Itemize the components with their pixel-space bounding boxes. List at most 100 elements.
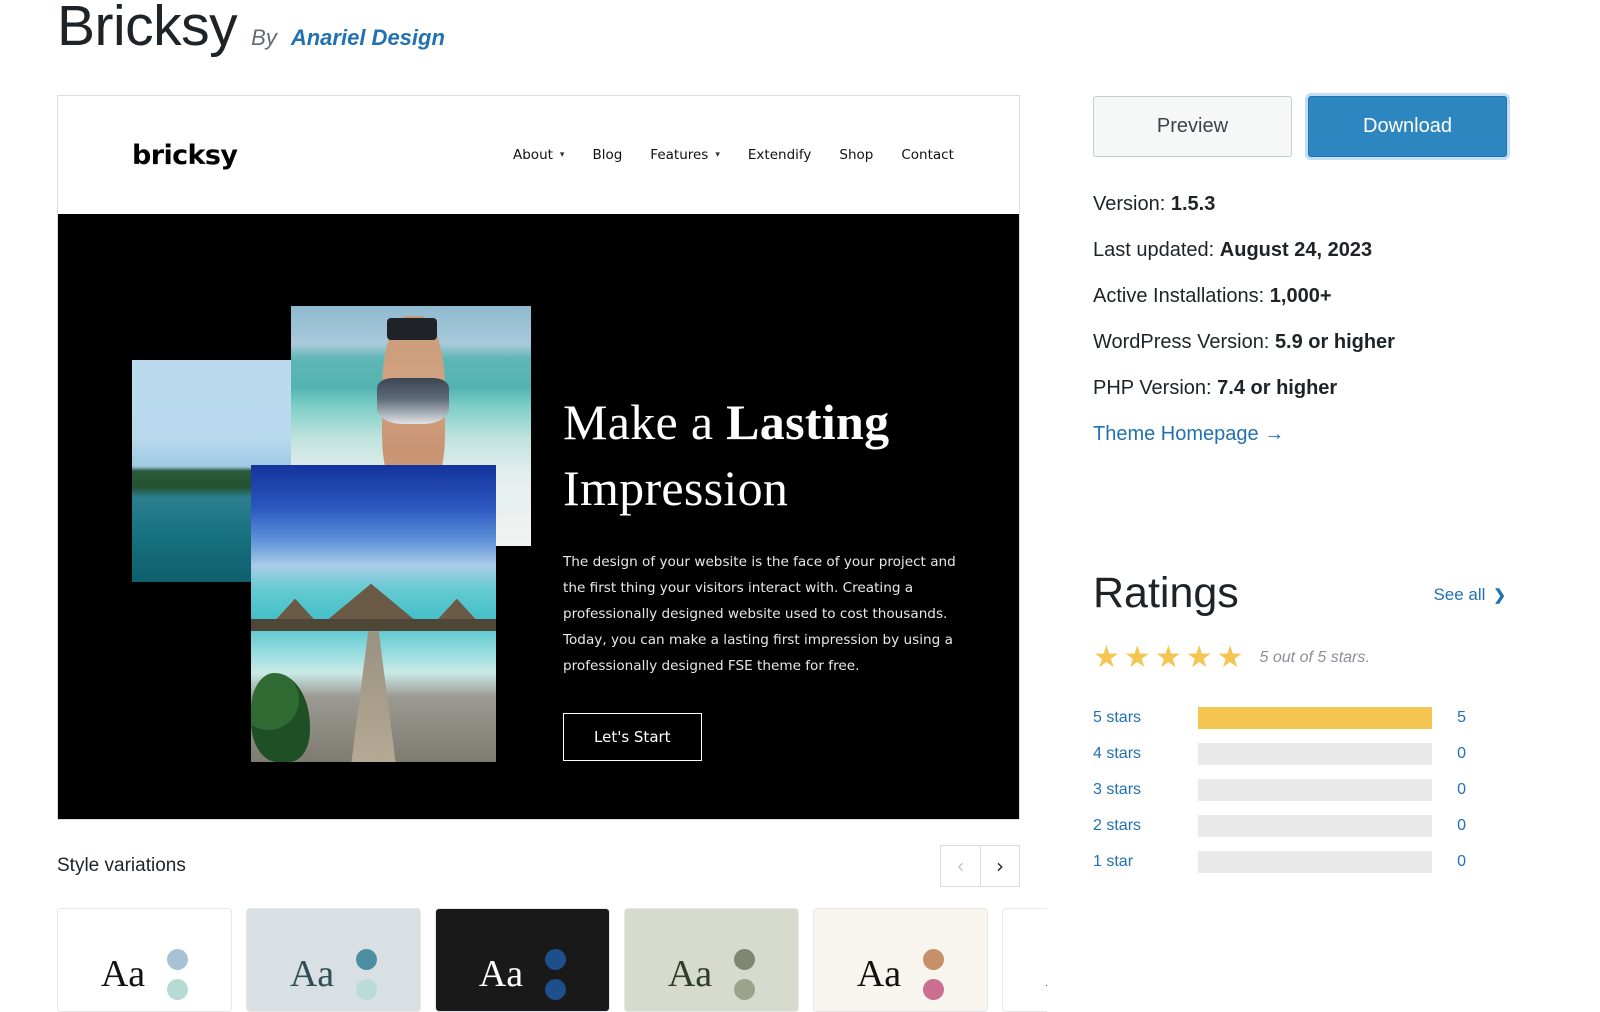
style-variations-nav: ‹ › xyxy=(940,845,1020,887)
preview-nav-item-blog[interactable]: Blog xyxy=(592,147,622,163)
chevron-left-icon[interactable]: ‹ xyxy=(940,845,980,887)
page-title: Bricksy xyxy=(57,0,238,58)
palette-dot xyxy=(545,948,567,970)
hero-heading-part2: Impression xyxy=(563,460,789,516)
hero-photo-pier xyxy=(251,465,496,762)
theme-homepage-link[interactable]: Theme Homepage → xyxy=(1093,423,1284,445)
palette-dot xyxy=(356,978,378,1000)
style-variations-header: Style variations ‹ › xyxy=(57,845,1020,887)
style-variation-palette xyxy=(734,948,756,1000)
see-all-label: See all xyxy=(1433,585,1486,604)
style-variation-palette xyxy=(545,948,567,1000)
palette-dot xyxy=(167,948,189,970)
palette-dot xyxy=(734,978,756,1000)
style-variation-card[interactable]: Aa xyxy=(435,908,610,1012)
style-variation-card[interactable]: Aa xyxy=(1002,908,1047,1012)
nav-label: Extendify xyxy=(747,147,812,163)
action-buttons: Preview Download xyxy=(1093,96,1553,157)
meta-label: PHP Version: xyxy=(1093,377,1212,399)
hero-heading-part1: Make a xyxy=(563,394,727,450)
rating-bar-fill xyxy=(1198,707,1432,729)
ratings-breakdown: 5 stars 5 4 stars 0 3 stars 0 2 stars 0 1 star 0 xyxy=(1093,700,1466,880)
hero-copy: Make a Lasting Impression The design of … xyxy=(563,389,983,762)
rating-bar-row: 1 star 0 xyxy=(1093,844,1466,880)
meta-row-active-installations: Active Installations: 1,000+ xyxy=(1093,285,1553,308)
rating-bar-count[interactable]: 0 xyxy=(1432,781,1466,799)
style-variations-title: Style variations xyxy=(57,855,186,876)
style-variation-card[interactable]: Aa xyxy=(246,908,421,1012)
theme-header: Bricksy By Anariel Design xyxy=(57,0,445,60)
style-variation-card[interactable]: Aa xyxy=(57,908,232,1012)
meta-label: WordPress Version: xyxy=(1093,331,1270,353)
palette-dot xyxy=(545,978,567,1000)
hero-heading: Make a Lasting Impression xyxy=(563,389,983,521)
meta-row-last-updated: Last updated: August 24, 2023 xyxy=(1093,239,1553,262)
rating-bar-count[interactable]: 5 xyxy=(1432,709,1466,727)
see-all-ratings-link[interactable]: See all ❯ xyxy=(1433,585,1506,615)
nav-label: Shop xyxy=(839,147,874,163)
meta-value: August 24, 2023 xyxy=(1219,239,1373,261)
rating-bar-track xyxy=(1198,815,1432,837)
rating-bar-track xyxy=(1198,743,1432,765)
chevron-right-icon[interactable]: › xyxy=(980,845,1020,887)
theme-sidebar: Preview Download Version: 1.5.3 Last upd… xyxy=(1093,96,1553,880)
style-variation-sample-text: Aa xyxy=(289,953,335,995)
preview-nav-item-contact[interactable]: Contact xyxy=(901,147,954,163)
style-variation-card[interactable]: Aa xyxy=(813,908,988,1012)
meta-value: 7.4 or higher xyxy=(1217,377,1338,399)
rating-bar-row: 2 stars 0 xyxy=(1093,808,1466,844)
preview-button[interactable]: Preview xyxy=(1093,96,1292,157)
style-variation-palette xyxy=(356,948,378,1000)
preview-nav-item-features[interactable]: Features ▾ xyxy=(650,147,720,163)
nav-label: Features xyxy=(650,147,709,163)
rating-bar-label[interactable]: 3 stars xyxy=(1093,781,1198,799)
star-rating: ★ ★ ★ ★ ★ xyxy=(1093,643,1244,673)
star-filled-icon: ★ xyxy=(1154,641,1182,674)
ratings-title: Ratings xyxy=(1093,569,1239,617)
palette-dot xyxy=(356,948,378,970)
ratings-summary-text: 5 out of 5 stars. xyxy=(1259,649,1370,666)
author-link[interactable]: Anariel Design xyxy=(291,25,445,51)
rating-bar-label[interactable]: 5 stars xyxy=(1093,709,1198,727)
meta-row-version: Version: 1.5.3 xyxy=(1093,193,1553,216)
ratings-summary: ★ ★ ★ ★ ★ 5 out of 5 stars. xyxy=(1093,643,1553,673)
preview-nav-item-shop[interactable]: Shop xyxy=(839,147,873,163)
rating-bar-label[interactable]: 1 star xyxy=(1093,853,1198,871)
star-filled-icon: ★ xyxy=(1216,641,1244,674)
rating-bar-label[interactable]: 2 stars xyxy=(1093,817,1198,835)
download-button[interactable]: Download xyxy=(1308,96,1507,157)
hero-cta-button[interactable]: Let's Start xyxy=(563,713,702,762)
meta-row-php-version: PHP Version: 7.4 or higher xyxy=(1093,377,1553,400)
meta-value: 5.9 or higher xyxy=(1274,331,1395,353)
rating-bar-row: 4 stars 0 xyxy=(1093,736,1466,772)
theme-detail-page: Bricksy By Anariel Design bricksy About … xyxy=(0,0,1600,1012)
style-variations-list: Aa Aa Aa Aa Aa Aa xyxy=(57,908,1047,1012)
nav-label: Blog xyxy=(592,147,623,163)
rating-bar-label[interactable]: 4 stars xyxy=(1093,745,1198,763)
rating-bar-count[interactable]: 0 xyxy=(1432,853,1466,871)
star-filled-icon: ★ xyxy=(1093,641,1120,674)
preview-site-nav: bricksy About ▾ Blog Features ▾ Extendif… xyxy=(58,96,1019,214)
palette-dot xyxy=(734,948,756,970)
chevron-down-icon: ▾ xyxy=(559,150,565,160)
style-variation-palette xyxy=(923,948,945,1000)
palette-dot xyxy=(167,978,189,1000)
rating-bar-track xyxy=(1198,851,1432,873)
style-variation-sample-text: Aa xyxy=(667,953,713,995)
style-variation-sample-text: Aa xyxy=(100,953,146,995)
rating-bar-count[interactable]: 0 xyxy=(1432,817,1466,835)
ratings-header: Ratings See all ❯ xyxy=(1093,572,1506,615)
meta-value: 1,000+ xyxy=(1269,285,1332,307)
chevron-right-icon: ❯ xyxy=(1493,587,1506,604)
style-variation-card[interactable]: Aa xyxy=(624,908,799,1012)
rating-bar-count[interactable]: 0 xyxy=(1432,745,1466,763)
hero-paragraph: The design of your website is the face o… xyxy=(563,554,956,675)
rating-bar-row: 3 stars 0 xyxy=(1093,772,1466,808)
preview-nav-item-about[interactable]: About ▾ xyxy=(513,147,564,163)
star-filled-icon: ★ xyxy=(1123,641,1151,674)
palette-dot xyxy=(923,978,945,1000)
style-variation-palette xyxy=(167,948,189,1000)
rating-bar-row: 5 stars 5 xyxy=(1093,700,1466,736)
preview-nav-item-extendify[interactable]: Extendify xyxy=(748,147,812,163)
theme-screenshot[interactable]: bricksy About ▾ Blog Features ▾ Extendif… xyxy=(57,95,1020,820)
